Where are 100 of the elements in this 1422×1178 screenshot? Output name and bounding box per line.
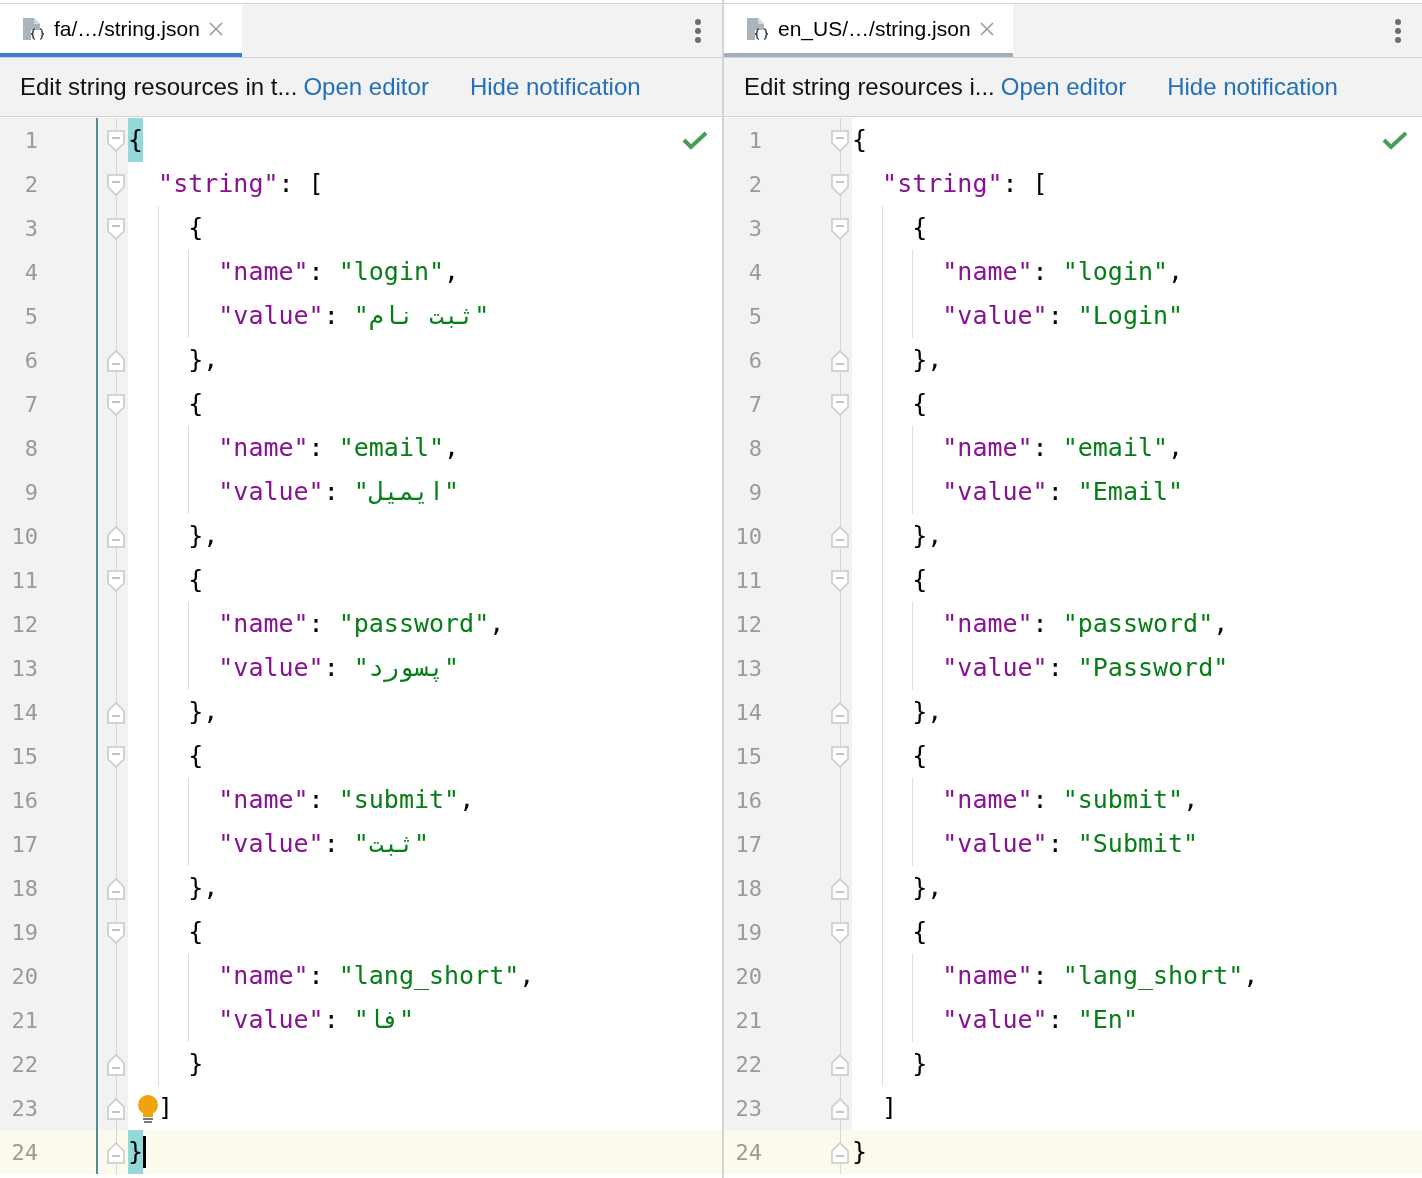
json-punctuation: :: [1047, 476, 1064, 508]
more-options-icon[interactable]: [694, 17, 702, 44]
more-options-icon[interactable]: [1394, 17, 1402, 44]
json-string: "Password": [1077, 652, 1229, 684]
json-punctuation: },: [188, 520, 219, 552]
json-punctuation: ,: [1168, 432, 1184, 464]
json-string: "email": [1062, 432, 1169, 464]
json-punctuation: ,: [1168, 256, 1184, 288]
json-punctuation: {: [912, 212, 928, 244]
check-icon[interactable]: [1382, 130, 1408, 150]
check-icon[interactable]: [682, 130, 708, 150]
fold-collapse-icon[interactable]: [831, 922, 849, 944]
json-punctuation: ]: [882, 1092, 898, 1124]
fold-collapse-icon[interactable]: [831, 394, 849, 416]
json-key: "name": [218, 602, 309, 646]
json-punctuation: },: [188, 344, 219, 376]
fold-end-icon[interactable]: [831, 878, 849, 900]
json-punctuation: {: [912, 916, 928, 948]
line-number: 9: [747, 479, 762, 505]
fold-collapse-icon[interactable]: [107, 570, 125, 592]
fold-end-icon[interactable]: [107, 878, 125, 900]
notification-text: Edit string resources i...: [744, 73, 995, 101]
fold-collapse-icon[interactable]: [831, 218, 849, 240]
json-key: "name": [218, 426, 309, 470]
fold-end-icon[interactable]: [831, 702, 849, 724]
fold-collapse-icon[interactable]: [107, 394, 125, 416]
fold-end-icon[interactable]: [107, 702, 125, 724]
json-file-icon: [20, 15, 46, 42]
fold-collapse-icon[interactable]: [107, 922, 125, 944]
editor-tab[interactable]: en_US/…/string.json: [724, 4, 1013, 57]
line-number: 16: [734, 787, 762, 813]
json-punctuation: },: [188, 696, 219, 728]
notification-link[interactable]: Hide notification: [469, 73, 641, 101]
line-number: 11: [734, 567, 762, 593]
line-number: 16: [10, 787, 38, 813]
json-string: "lang_short": [338, 960, 520, 992]
json-file-icon: [744, 15, 770, 42]
json-punctuation: {: [128, 118, 144, 162]
json-punctuation: :: [1032, 256, 1049, 288]
json-key: "value": [218, 998, 324, 1042]
notification-link[interactable]: Open editor: [303, 73, 429, 101]
json-string: "submit": [1062, 784, 1184, 816]
json-string: "password": [1062, 608, 1214, 640]
json-key: "value": [942, 998, 1048, 1042]
fold-collapse-icon[interactable]: [831, 570, 849, 592]
fold-end-icon[interactable]: [107, 1054, 125, 1076]
fold-end-icon[interactable]: [107, 526, 125, 548]
fold-collapse-icon[interactable]: [107, 218, 125, 240]
editor-tab[interactable]: fa/…/string.json: [0, 4, 242, 57]
fold-collapse-icon[interactable]: [107, 746, 125, 768]
line-number: 17: [734, 831, 762, 857]
json-punctuation: ,: [1183, 784, 1199, 816]
line-number: 7: [747, 391, 762, 417]
json-string: "Submit": [1077, 828, 1199, 860]
fold-end-icon[interactable]: [831, 1098, 849, 1120]
fold-collapse-icon[interactable]: [831, 174, 849, 196]
fold-end-icon[interactable]: [831, 1054, 849, 1076]
json-punctuation: {: [852, 124, 868, 156]
line-number: 13: [734, 655, 762, 681]
line-number: 4: [747, 259, 762, 285]
json-punctuation: :: [1032, 608, 1049, 640]
fold-end-icon[interactable]: [107, 350, 125, 372]
line-number: 20: [734, 963, 762, 989]
close-icon[interactable]: [978, 20, 995, 37]
json-punctuation: {: [912, 564, 928, 596]
json-punctuation: ,: [1213, 608, 1229, 640]
lightbulb-icon[interactable]: [136, 1094, 160, 1124]
json-punctuation: :: [308, 784, 325, 816]
fold-collapse-icon[interactable]: [831, 746, 849, 768]
fold-end-icon[interactable]: [107, 1098, 125, 1120]
line-number: 14: [734, 699, 762, 725]
fold-collapse-icon[interactable]: [107, 130, 125, 152]
fold-collapse-icon[interactable]: [107, 174, 125, 196]
json-string: "email": [338, 432, 445, 464]
json-string: "submit": [338, 784, 460, 816]
json-string: "login": [338, 256, 445, 288]
json-punctuation: :: [1032, 784, 1049, 816]
json-punctuation: }: [912, 1048, 928, 1080]
line-number: 19: [10, 919, 38, 945]
fold-collapse-icon[interactable]: [831, 130, 849, 152]
fold-end-icon[interactable]: [107, 1142, 125, 1164]
line-number: 2: [23, 171, 38, 197]
json-punctuation: ,: [489, 608, 505, 640]
json-punctuation: ]: [158, 1092, 174, 1124]
close-icon[interactable]: [207, 20, 224, 37]
fold-end-icon[interactable]: [831, 526, 849, 548]
fold-end-icon[interactable]: [831, 350, 849, 372]
fold-end-icon[interactable]: [831, 1142, 849, 1164]
json-punctuation: :: [308, 432, 325, 464]
notification-link[interactable]: Hide notification: [1167, 73, 1338, 101]
json-key: "value": [942, 646, 1048, 690]
json-punctuation: :: [323, 652, 340, 684]
json-key: "value": [942, 470, 1048, 514]
json-string: "ایمیل": [353, 476, 460, 508]
notification-link[interactable]: Open editor: [1000, 73, 1127, 101]
json-key: "name": [942, 426, 1033, 470]
line-number: 3: [23, 215, 38, 241]
json-string: "ثبت": [353, 828, 430, 860]
json-punctuation: :: [323, 1004, 340, 1036]
line-number: 14: [10, 699, 38, 725]
